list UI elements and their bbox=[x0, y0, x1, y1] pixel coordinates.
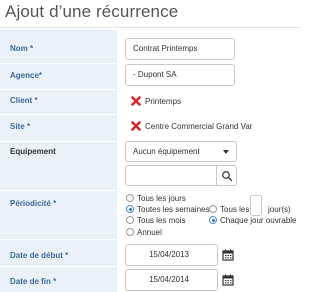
row-separator bbox=[0, 89, 117, 90]
n-jours-input[interactable] bbox=[250, 195, 262, 216]
chevron-down-icon bbox=[223, 150, 229, 154]
row-separator bbox=[0, 114, 117, 115]
row-separator bbox=[0, 239, 117, 240]
title-divider bbox=[0, 27, 300, 28]
radio-annuel[interactable] bbox=[126, 228, 134, 236]
date-debut-input[interactable]: 15/04/2013 bbox=[125, 244, 218, 266]
date-fin-label: Date de fin * bbox=[10, 277, 57, 286]
radio-chaque-jour-ouvrable[interactable] bbox=[209, 216, 217, 224]
equipement-select[interactable]: Aucun équipement bbox=[125, 141, 237, 162]
radio-label-tous-les: Tous les bbox=[220, 205, 250, 214]
periodicite-label: Périodicité * bbox=[10, 199, 57, 208]
remove-site-icon[interactable] bbox=[131, 121, 141, 131]
remove-client-icon[interactable] bbox=[131, 96, 141, 106]
radio-tous-les-n-jours[interactable] bbox=[209, 205, 217, 213]
search-icon bbox=[222, 171, 233, 182]
calendar-icon[interactable] bbox=[222, 249, 234, 261]
nom-input[interactable]: Contrat Printemps bbox=[125, 38, 235, 60]
agence-input[interactable]: - Dupont SA bbox=[125, 64, 235, 86]
date-fin-input[interactable]: 15/04/2014 bbox=[125, 269, 218, 291]
site-value: Centre Commercial Grand Var bbox=[145, 122, 253, 131]
row-separator bbox=[0, 266, 117, 267]
agence-label: Agence* bbox=[10, 71, 43, 80]
site-label: Site * bbox=[10, 122, 31, 131]
radio-tous-les-mois[interactable] bbox=[126, 216, 134, 224]
radio-label-tous-les-jours: Tous les jours bbox=[137, 194, 186, 203]
row-separator bbox=[0, 63, 117, 64]
radio-label-annuel: Annuel bbox=[137, 228, 162, 237]
equipement-search-input[interactable] bbox=[125, 165, 237, 186]
equipement-select-value: Aucun équipement bbox=[133, 147, 200, 156]
page-title: Ajout d’une récurrence bbox=[5, 2, 179, 21]
radio-label-toutes-les-semaines: Toutes les semaines bbox=[137, 205, 210, 214]
row-separator bbox=[0, 190, 117, 191]
search-button[interactable] bbox=[216, 166, 236, 186]
equipement-label: Equipement bbox=[10, 147, 56, 156]
client-label: Client * bbox=[10, 96, 38, 105]
jours-unit-label: jour(s) bbox=[268, 205, 291, 214]
radio-tous-les-jours[interactable] bbox=[126, 194, 134, 202]
nom-label: Nom * bbox=[10, 44, 34, 53]
radio-label-chaque-jour-ouvrable: Chaque jour ouvrable bbox=[220, 216, 297, 225]
radio-label-tous-les-mois: Tous les mois bbox=[137, 216, 186, 225]
client-value: Printemps bbox=[145, 97, 182, 106]
date-debut-label: Date de début * bbox=[10, 251, 69, 260]
radio-toutes-les-semaines[interactable] bbox=[126, 205, 134, 213]
row-separator bbox=[0, 141, 117, 142]
calendar-icon[interactable] bbox=[222, 274, 234, 286]
